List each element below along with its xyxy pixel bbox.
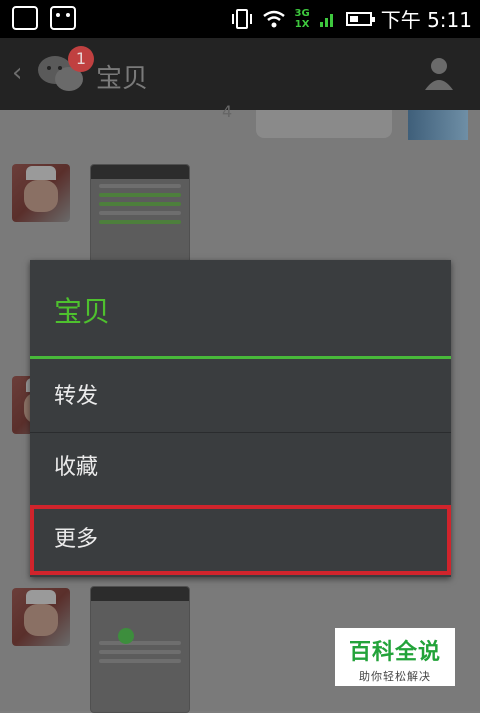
unread-number: 4 [222,102,233,121]
watermark-subtitle: 助你轻松解决 [359,670,431,683]
signal-icon [319,13,333,27]
menu-divider [30,356,451,359]
context-menu: 宝贝 转发 收藏 更多 [30,260,451,577]
chat-title: 宝贝 [96,64,149,94]
menu-item-forward[interactable]: 转发 [30,362,451,432]
status-bar: 3G 1X 下午 5:11 [0,0,480,38]
menu-title: 宝贝 [54,295,111,328]
network-type: 3G 1X [294,7,310,30]
message-bubble[interactable] [256,110,392,138]
battery-icon [345,11,375,26]
notification-icons [12,6,76,30]
clock: 下午 5:11 [380,8,472,32]
watermark: 百科全说 助你轻松解决 [335,628,455,686]
avatar[interactable] [12,164,70,222]
my-avatar[interactable] [408,110,468,140]
notification-app-icon [12,6,38,30]
image-message[interactable] [90,586,190,713]
status-indicators: 3G 1X 下午 5:11 [231,4,472,33]
unread-badge: 1 [68,46,94,72]
chat-header: ‹ 1 宝贝 [0,38,480,110]
vibrate-icon [231,8,252,29]
image-message[interactable] [90,164,190,266]
check-icon [118,628,134,644]
avatar[interactable] [12,588,70,646]
person-icon[interactable] [424,56,454,92]
menu-item-more[interactable]: 更多 [30,505,451,575]
cat-icon [50,6,76,30]
chevron-left-icon[interactable]: ‹ [12,58,22,88]
menu-item-favorite[interactable]: 收藏 [30,432,451,502]
watermark-title: 百科全说 [348,640,441,665]
wifi-icon [262,10,285,27]
